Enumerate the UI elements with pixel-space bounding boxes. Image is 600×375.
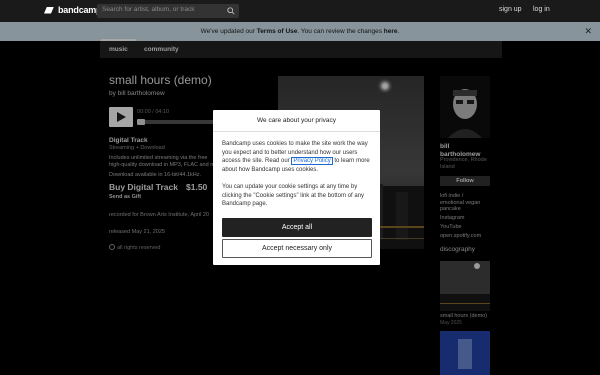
bandcamp-logo[interactable]: bandcamp (44, 5, 102, 15)
logo-text: bandcamp (58, 5, 102, 15)
log-in-link[interactable]: log in (533, 6, 550, 13)
sign-up-link[interactable]: sign up (499, 6, 522, 13)
dialog-title: We care about your privacy (213, 110, 380, 132)
accept-necessary-button[interactable]: Accept necessary only (222, 239, 372, 258)
search-input[interactable]: Search for artist, album, or track (97, 4, 239, 18)
top-bar: bandcamp Search for artist, album, or tr… (0, 0, 600, 22)
bandcamp-logo-icon (44, 6, 54, 14)
search-placeholder: Search for artist, album, or track (102, 6, 195, 13)
cookie-consent-dialog: We care about your privacy Bandcamp uses… (213, 110, 380, 265)
search-icon[interactable] (227, 7, 235, 15)
cookie-description: Bandcamp uses cookies to make the site w… (222, 140, 374, 174)
cookie-settings-note: You can update your cookie settings at a… (222, 184, 364, 207)
accept-all-button[interactable]: Accept all (222, 218, 372, 237)
privacy-policy-link[interactable]: Privacy Policy (291, 157, 333, 165)
